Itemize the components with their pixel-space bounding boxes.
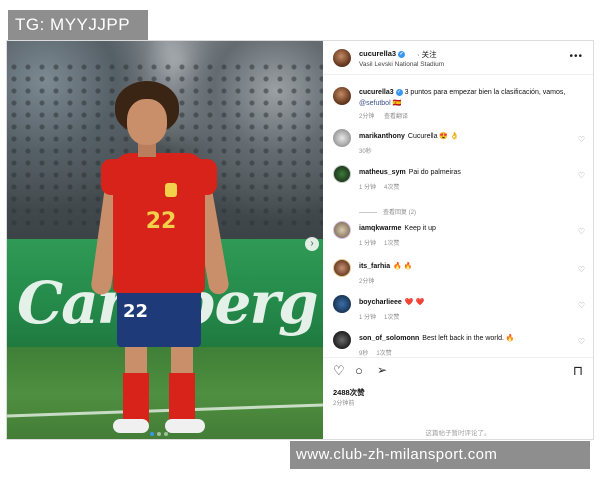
comment-meta: 2分钟: [359, 276, 390, 285]
post-side-panel: cucurella3 ✓ · 关注 Vasil Levski National S…: [323, 41, 593, 439]
player-left-boot: [113, 419, 149, 433]
caption-time: 2分钟: [359, 114, 375, 120]
comment-body: Cucurella 😍 👌: [407, 133, 459, 140]
comment-time: 30秒: [359, 149, 372, 155]
comment-text: son_of_solomonn Best left back in the wor…: [359, 334, 569, 344]
header-username[interactable]: cucurella3 ✓: [359, 49, 406, 58]
comment-username[interactable]: iamqkwarme: [359, 225, 401, 232]
instagram-post: Carlsberg 22 22 ›: [6, 40, 594, 440]
comment-text: marikanthony Cucurella 😍 👌: [359, 132, 569, 142]
caption-avatar[interactable]: [333, 87, 351, 105]
like-comment-heart-icon[interactable]: ♡: [578, 337, 585, 346]
comment-item: iamqkwarme Keep it up 1 分钟 1次赞 ♡: [323, 221, 593, 257]
player-left-sock: [123, 373, 149, 423]
commenter-avatar[interactable]: [333, 221, 351, 239]
caption-body: 3 puntos para empezar bien la clasificac…: [404, 89, 566, 96]
like-heart-icon[interactable]: ♡: [333, 364, 345, 377]
comment-meta: 30秒: [359, 146, 388, 155]
commenter-avatar[interactable]: [333, 295, 351, 313]
carousel-dots: [150, 432, 168, 436]
comment-text: matheus_sym Pai do palmeiras: [359, 168, 569, 178]
more-options-icon[interactable]: •••: [569, 51, 583, 62]
shirt-number: 22: [145, 209, 177, 234]
comment-item: its_farhia 🔥 🔥 2分钟 ♡: [323, 259, 593, 295]
site-watermark: www.club-zh-milansport.com: [290, 441, 590, 469]
player-right-sleeve: [187, 159, 217, 195]
caption-meta: 2分钟 查看翻译: [359, 111, 408, 120]
caption-text: cucurella3 ✓ 3 puntos para empezar bien l…: [359, 87, 587, 109]
comment-text: iamqkwarme Keep it up: [359, 224, 569, 234]
caption-username[interactable]: cucurella3: [359, 89, 394, 96]
caption-flag: 🇪🇸: [392, 100, 402, 107]
like-comment-heart-icon[interactable]: ♡: [578, 171, 585, 180]
comments-disabled-notice: 这篇帖子暂时评论了。: [425, 430, 491, 437]
comment-username[interactable]: its_farhia: [359, 263, 390, 270]
carousel-dot: [157, 432, 161, 436]
comment-username[interactable]: matheus_sym: [359, 169, 406, 176]
post-photo[interactable]: Carlsberg 22 22 ›: [7, 41, 323, 439]
comment-body: Best left back in the world. 🔥: [422, 335, 515, 342]
comment-text: boycharlieee ❤️ ❤️: [359, 298, 569, 308]
player-right-sock: [169, 373, 195, 423]
avatar[interactable]: [333, 49, 351, 67]
like-comment-heart-icon[interactable]: ♡: [578, 227, 585, 236]
commenter-avatar[interactable]: [333, 331, 351, 349]
comment-meta: 1 分钟 1次赞: [359, 238, 407, 247]
likes-count[interactable]: 2488次赞: [333, 387, 365, 398]
verified-icon: ✓: [398, 50, 406, 58]
comment-body: Keep it up: [404, 225, 436, 232]
like-comment-heart-icon[interactable]: ♡: [578, 265, 585, 274]
view-replies-link[interactable]: 查看回复 (2): [359, 207, 416, 216]
comment-text: its_farhia 🔥 🔥: [359, 262, 569, 272]
comment-username[interactable]: son_of_solomonn: [359, 335, 419, 342]
comment-meta: 1 分钟 4次赞: [359, 182, 407, 191]
player-face: [127, 99, 167, 145]
comment-time: 1 分钟: [359, 241, 377, 247]
comment-body: ❤️ ❤️: [404, 299, 425, 306]
comment-likes[interactable]: 4次赞: [384, 185, 399, 191]
comment-bubble-icon[interactable]: ○: [355, 364, 363, 377]
action-bar: ♡ ○ ➢ ⊓: [323, 357, 593, 381]
comment-body: 🔥 🔥: [393, 263, 413, 270]
like-comment-heart-icon[interactable]: ♡: [578, 135, 585, 144]
post-header: cucurella3 ✓ · 关注 Vasil Levski National S…: [323, 41, 593, 75]
commenter-avatar[interactable]: [333, 129, 351, 147]
post-timestamp: 2分钟前: [333, 401, 355, 407]
comment-meta: 9秒 1次赞: [359, 348, 400, 357]
federation-badge: [165, 183, 177, 197]
comment-time: 1 分钟: [359, 185, 377, 191]
caption: cucurella3 ✓ 3 puntos para empezar bien l…: [323, 81, 593, 121]
commenter-avatar[interactable]: [333, 165, 351, 183]
comment-username[interactable]: boycharlieee: [359, 299, 402, 306]
next-slide-icon[interactable]: ›: [305, 237, 319, 251]
header-username-text[interactable]: cucurella3: [359, 49, 396, 58]
verified-icon: ✓: [395, 88, 403, 96]
share-send-icon[interactable]: ➢: [377, 364, 387, 377]
carousel-dot: [164, 432, 168, 436]
comment-item: matheus_sym Pai do palmeiras 1 分钟 4次赞 ♡: [323, 165, 593, 201]
location-link[interactable]: Vasil Levski National Stadium: [359, 61, 444, 68]
player-left-sleeve: [101, 159, 131, 195]
tg-watermark: TG: MYYJJPP: [8, 10, 148, 40]
comment-item: boycharlieee ❤️ ❤️ 1 分钟 1次赞 ♡: [323, 295, 593, 331]
comment-meta: 1 分钟 1次赞: [359, 312, 407, 321]
comment-likes[interactable]: 1次赞: [384, 315, 399, 321]
comment-likes[interactable]: 1次赞: [384, 241, 399, 247]
carousel-dot: [150, 432, 154, 436]
comment-item: marikanthony Cucurella 😍 👌 30秒 ♡: [323, 129, 593, 165]
like-comment-heart-icon[interactable]: ♡: [578, 301, 585, 310]
comment-time: 2分钟: [359, 279, 375, 285]
bookmark-icon[interactable]: ⊓: [573, 364, 583, 377]
follow-button[interactable]: · 关注: [417, 49, 437, 60]
player-right-boot: [165, 419, 205, 433]
comment-username[interactable]: marikanthony: [359, 133, 405, 140]
translate-link[interactable]: 查看翻译: [384, 114, 408, 120]
commenter-avatar[interactable]: [333, 259, 351, 277]
caption-mention[interactable]: @sefutbol: [359, 100, 391, 107]
comment-body: Pai do palmeiras: [408, 169, 461, 176]
comment-time: 1 分钟: [359, 315, 377, 321]
shorts-number: 22: [123, 301, 149, 322]
player-figure: 22 22: [83, 73, 233, 433]
